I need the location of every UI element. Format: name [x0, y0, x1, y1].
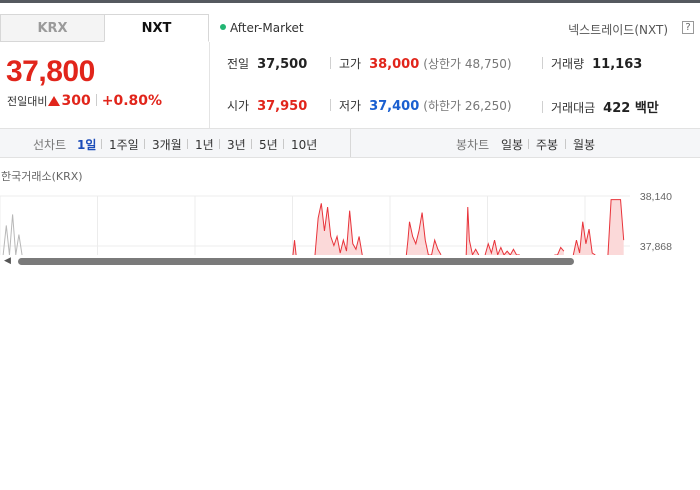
stat-value: 37,950: [257, 99, 308, 114]
help-icon[interactable]: ?: [682, 21, 694, 34]
period-10y[interactable]: 10년: [291, 136, 317, 153]
chart-grid: [0, 195, 630, 255]
price-change: 전일대비 300 +0.80%: [7, 93, 162, 109]
session-label: After-Market: [230, 21, 304, 35]
divider: [95, 94, 97, 106]
period-3m[interactable]: 3개월: [152, 136, 182, 153]
stat-high: 고가 38,000 (상한가 48,750): [330, 55, 512, 72]
stat-label: 거래량: [551, 57, 585, 71]
stat-label: 고가: [339, 57, 362, 71]
current-price: 37,800: [6, 55, 95, 88]
scroll-thumb[interactable]: [18, 258, 574, 265]
series-area: [485, 240, 520, 255]
series-line: [2, 214, 23, 255]
divider: [187, 139, 188, 149]
stat-label: 저가: [339, 99, 362, 113]
chart-y-axis: 38,140 37,868: [640, 191, 672, 253]
candle-chart-label: 봉차트: [456, 138, 490, 152]
divider: [101, 139, 102, 149]
triangle-up-icon: [48, 96, 61, 106]
period-1d[interactable]: 1일: [77, 136, 96, 153]
stat-volume: 거래량 11,163: [542, 55, 642, 72]
divider: [283, 139, 284, 149]
divider: [528, 139, 529, 149]
stat-value: 38,000: [369, 57, 420, 72]
stat-open: 시가 37,950: [227, 97, 307, 114]
stat-value: 37,400: [369, 99, 420, 114]
market-tabs: KRX NXT: [0, 14, 209, 42]
top-border: [0, 0, 700, 3]
brand-label: 넥스트레이드(NXT): [568, 23, 668, 37]
tab-krx[interactable]: KRX: [0, 14, 105, 42]
stat-prev-close: 전일 37,500: [227, 55, 307, 72]
scroll-left-icon[interactable]: ◀: [4, 256, 11, 266]
divider: [144, 139, 145, 149]
divider: [542, 57, 543, 69]
period-3y[interactable]: 3년: [227, 136, 246, 153]
period-1y[interactable]: 1년: [195, 136, 214, 153]
divider: [330, 99, 331, 111]
y-tick-label: 38,140: [640, 191, 672, 203]
series-area: [406, 212, 441, 255]
stat-value: 11,163: [592, 57, 643, 72]
stat-value: 422 백만: [603, 101, 659, 116]
tab-nxt[interactable]: NXT: [104, 14, 209, 42]
chart-source: 한국거래소(KRX): [1, 170, 83, 183]
y-tick-label: 37,868: [640, 241, 672, 253]
session-status: After-Market: [220, 21, 304, 35]
period-daily[interactable]: 일봉: [501, 136, 523, 153]
stat-low: 저가 37,400 (하한가 26,250): [330, 97, 512, 114]
divider: [350, 129, 351, 157]
stat-amount: 거래대금 422 백만: [542, 97, 659, 116]
stat-sub: (상한가 48,750): [423, 57, 512, 71]
chart-scrollbar[interactable]: ◀: [0, 255, 700, 268]
period-5y[interactable]: 5년: [259, 136, 278, 153]
chart-plot: [2, 199, 625, 255]
change-label: 전일대비: [7, 95, 48, 108]
period-weekly[interactable]: 주봉: [536, 136, 558, 153]
change-percent: +0.80%: [101, 93, 163, 109]
stat-label: 시가: [227, 99, 250, 113]
period-monthly[interactable]: 월봉: [573, 136, 595, 153]
price-chart: 38,140 37,868: [0, 191, 672, 255]
stat-label: 전일: [227, 57, 250, 71]
change-value: 300: [61, 93, 91, 109]
divider: [330, 57, 331, 69]
stat-value: 37,500: [257, 57, 308, 72]
line-chart-label: 선차트: [33, 138, 67, 152]
stat-label: 거래대금: [551, 101, 596, 115]
divider: [209, 42, 210, 128]
stat-sub: (하한가 26,250): [423, 99, 512, 113]
divider: [251, 139, 252, 149]
status-dot-icon: [220, 24, 226, 30]
divider: [565, 139, 566, 149]
chart-toolbar: 선차트 1일 1주일 3개월 1년 3년 5년 10년 봉차트 일봉 주봉 월봉: [0, 128, 700, 158]
divider: [542, 101, 543, 113]
divider: [219, 139, 220, 149]
period-1w[interactable]: 1주일: [109, 136, 139, 153]
